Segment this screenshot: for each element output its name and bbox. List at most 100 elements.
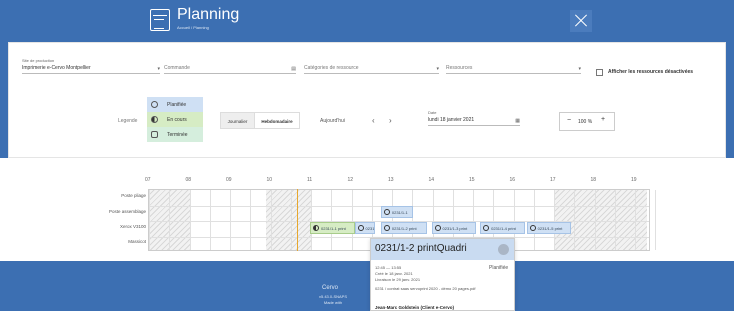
calendar-icon <box>150 9 170 31</box>
planning-event[interactable]: 0231/1 <box>354 221 375 234</box>
site-label: Site de production <box>22 58 55 63</box>
popover-created: Créé le 18 janv. 2021 <box>375 271 413 276</box>
view-hebdomadaire-button[interactable]: Hebdomadaire <box>254 112 300 129</box>
grid-line <box>533 190 535 250</box>
planning-event[interactable]: 0231/1-3 print <box>431 221 477 234</box>
zoom-out-button[interactable]: − <box>567 117 571 124</box>
legend-label: Planifiée <box>167 102 187 108</box>
zoom-control: − 100 % + <box>559 112 615 131</box>
chevron-down-icon: ▾ <box>436 66 439 72</box>
grid-line <box>290 190 292 250</box>
grid-line <box>209 190 211 250</box>
row-label: Xerox V3100 <box>119 224 146 229</box>
event-label: 0231/1-4 print <box>491 225 516 231</box>
app-header: Planning Accueil / Planning <box>0 0 734 42</box>
legend-item-planifiee: Planifiée <box>147 97 203 112</box>
calendar-icon[interactable]: ▦ <box>515 118 520 124</box>
event-label: 0231/1-1 print <box>321 225 346 231</box>
date-label: Date <box>428 110 437 115</box>
show-disabled-label: Afficher les ressources désactivées <box>608 69 694 75</box>
planning-event[interactable]: 0231/1-2 print <box>380 221 428 234</box>
unavailable-zone <box>554 190 648 250</box>
chevron-down-icon: ▾ <box>157 66 160 72</box>
current-time-indicator <box>297 189 298 251</box>
date-input[interactable]: lundi 18 janvier 2021 ▦ <box>428 117 520 126</box>
event-label: 0231/1-2 print <box>391 225 417 231</box>
grid-line <box>250 190 252 250</box>
grid-line <box>351 190 353 250</box>
grid-line <box>311 190 312 250</box>
show-disabled-checkbox[interactable] <box>596 69 603 76</box>
grid-line <box>270 190 272 250</box>
hour-label: 14 <box>428 177 435 183</box>
event-label: 0231/1 <box>365 225 375 231</box>
footer-made-with: Made with <box>323 300 343 305</box>
filter-card: Site de production Imprimerie e-Cervo Mo… <box>8 42 726 158</box>
unavailable-zone <box>266 190 311 250</box>
grid-line <box>331 190 333 250</box>
popover-header: 0231/1-2 printQuadri <box>371 239 514 260</box>
clock-icon <box>383 209 390 215</box>
hour-label: 10 <box>266 177 273 183</box>
popover-delivery: Livraison le 29 janv. 2021 <box>375 277 421 282</box>
view-journalier-button[interactable]: Journalier <box>220 112 255 129</box>
footer-version: v5.43.0-SNAPS <box>318 294 347 299</box>
half-circle-icon <box>313 224 319 231</box>
hour-label: 08 <box>185 177 192 183</box>
clock-icon <box>434 224 441 231</box>
grid-line <box>149 190 150 250</box>
grid-line <box>169 190 171 250</box>
legend-label: En cours <box>167 117 187 123</box>
ressources-placeholder: Ressources <box>446 65 473 71</box>
pin-icon[interactable] <box>498 244 509 255</box>
grid-line <box>614 190 616 250</box>
site-select[interactable]: Imprimerie e-Cervo Montpellier ▾ <box>22 65 160 74</box>
popover-file[interactable]: 0231 / contrat saas servoprint 2020 - dé… <box>375 286 476 291</box>
popover-time: 12:45 — 13:55 <box>375 265 402 270</box>
today-button[interactable]: Aujourd'hui <box>320 118 345 124</box>
clock-icon <box>151 101 158 108</box>
hour-label: 12 <box>347 177 354 183</box>
categories-select[interactable]: Catégories de ressource ▾ <box>304 65 439 74</box>
hour-label: 09 <box>226 177 232 183</box>
zoom-in-button[interactable]: + <box>601 116 605 123</box>
clock-icon <box>529 224 536 231</box>
close-button[interactable] <box>570 10 592 32</box>
date-value: lundi 18 janvier 2021 <box>428 117 475 123</box>
breadcrumb[interactable]: Accueil / Planning <box>177 25 209 30</box>
hour-label: 15 <box>469 177 475 183</box>
commande-input[interactable]: Commande ▤ <box>164 65 296 74</box>
ressources-select[interactable]: Ressources ▾ <box>446 65 581 74</box>
prev-arrow-icon[interactable]: ‹ <box>372 116 375 125</box>
hour-label: 11 <box>307 177 313 183</box>
legend-title: Legende <box>118 118 138 124</box>
event-label: 0231/1-1 <box>391 210 408 215</box>
planning-event[interactable]: 0231/1-4 print <box>480 221 525 234</box>
half-circle-icon <box>151 116 158 123</box>
grid-line <box>574 190 576 250</box>
footer-brand: Cervo <box>321 285 338 291</box>
legend-label: Terminée <box>167 132 188 138</box>
commande-placeholder: Commande <box>164 65 190 71</box>
planning-event[interactable]: 0231/1-5 print <box>526 221 572 234</box>
zoom-value: 100 % <box>578 119 593 125</box>
clock-icon <box>357 224 364 231</box>
grid-line <box>594 190 596 250</box>
clock-icon <box>383 224 390 231</box>
app-footer: Cervo v5.43.0-SNAPS Made with <box>0 261 734 311</box>
grid-line <box>554 190 555 250</box>
popover-title: 0231/1-2 printQuadri <box>375 243 467 254</box>
planning-event[interactable]: 0231/1-1 <box>380 206 414 218</box>
next-arrow-icon[interactable]: › <box>389 116 392 125</box>
page-title: Planning <box>177 6 240 23</box>
event-label: 0231/1-5 print <box>537 225 563 231</box>
grid-line <box>230 190 231 250</box>
categories-placeholder: Catégories de ressource <box>304 65 359 71</box>
chevron-down-icon: ▾ <box>578 66 581 72</box>
row-label: Poste assemblage <box>108 209 146 214</box>
barcode-icon[interactable]: ▤ <box>291 66 296 72</box>
event-detail-popover: 0231/1-2 printQuadri 12:45 — 13:55 Plani… <box>370 238 515 311</box>
legend-item-terminee: Terminée <box>147 127 203 142</box>
hour-label: 07 <box>145 177 151 183</box>
planning-event[interactable]: 0231/1-1 print <box>310 221 355 234</box>
